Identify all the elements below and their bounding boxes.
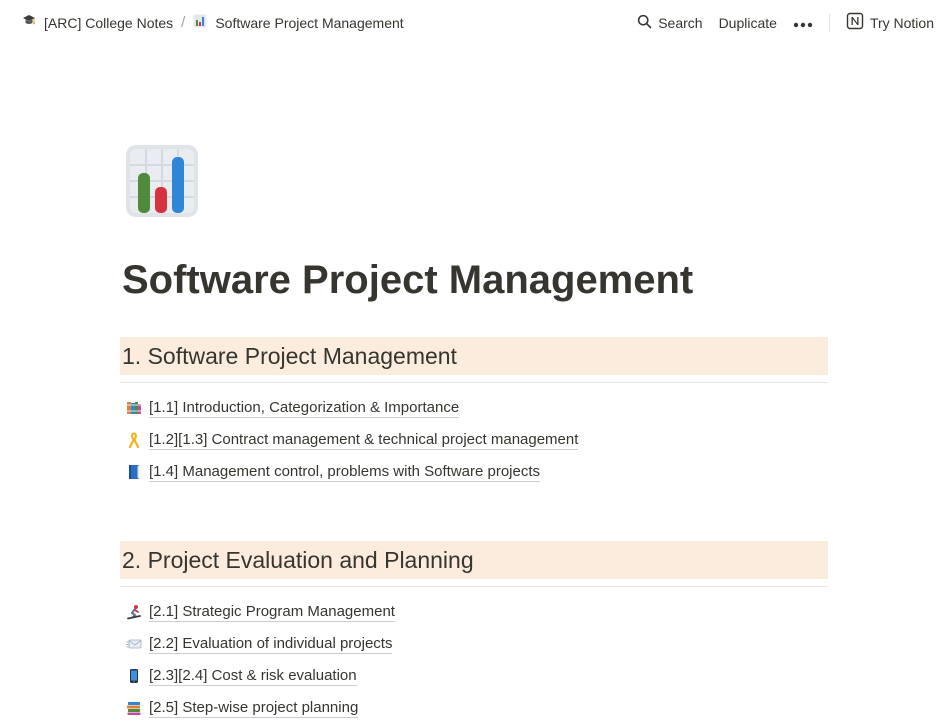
ribbon-icon — [126, 432, 142, 448]
page-link-label: [2.5] Step-wise project planning — [149, 698, 359, 718]
envelope-icon — [126, 636, 142, 652]
more-options-button[interactable] — [787, 11, 819, 35]
blue-book-icon — [126, 464, 142, 480]
page-link-1-1[interactable]: [1.1] Introduction, Categorization & Imp… — [120, 392, 828, 424]
divider — [828, 13, 830, 32]
try-notion-button[interactable]: Try Notion — [840, 8, 940, 37]
try-notion-label: Try Notion — [869, 14, 934, 31]
duplicate-button[interactable]: Duplicate — [713, 11, 783, 35]
search-button[interactable]: Search — [631, 10, 708, 36]
breadcrumb-separator: / — [181, 14, 186, 31]
breadcrumb-item-software-project-management[interactable]: Software Project Management — [189, 12, 407, 33]
page-link-2-5[interactable]: [2.5] Step-wise project planning — [120, 692, 828, 724]
mobile-phone-icon — [126, 668, 142, 684]
books-icon — [126, 400, 142, 416]
section-heading[interactable]: 1. Software Project Management — [120, 337, 828, 375]
page-link-2-3[interactable]: [2.3][2.4] Cost & risk evaluation — [120, 660, 828, 692]
notion-logo-icon — [846, 12, 864, 33]
page-link-1-2[interactable]: [1.2][1.3] Contract management & technic… — [120, 424, 828, 456]
page-link-list: [2.1] Strategic Program Management [2.2]… — [120, 596, 828, 724]
divider — [120, 586, 828, 587]
search-label: Search — [658, 14, 703, 31]
snowboarder-icon — [126, 604, 142, 620]
duplicate-label: Duplicate — [718, 14, 777, 31]
page-link-1-4[interactable]: [1.4] Management control, problems with … — [120, 456, 828, 488]
page-link-2-1[interactable]: [2.1] Strategic Program Management — [120, 596, 828, 628]
breadcrumb-item-college-notes[interactable]: [ARC] College Notes — [18, 12, 177, 33]
page-bar-chart-icon[interactable] — [124, 143, 200, 219]
section-1: 1. Software Project Management [1.1] Int… — [120, 337, 828, 488]
divider — [120, 382, 828, 383]
topbar-actions: Search Duplicate Try Notion — [631, 8, 940, 37]
top-bar: [ARC] College Notes / Software Project M… — [0, 0, 949, 45]
search-icon — [637, 14, 652, 32]
section-2: 2. Project Evaluation and Planning [2.1]… — [120, 541, 828, 724]
breadcrumb-label: [ARC] College Notes — [44, 14, 174, 31]
page-link-list: [1.1] Introduction, Categorization & Imp… — [120, 392, 828, 488]
breadcrumb-label: Software Project Management — [215, 14, 404, 31]
page-title[interactable]: Software Project Management — [122, 258, 693, 303]
section-heading[interactable]: 2. Project Evaluation and Planning — [120, 541, 828, 579]
books-stack-icon — [126, 700, 142, 716]
page-link-label: [1.2][1.3] Contract management & technic… — [149, 430, 579, 450]
graduation-cap-icon — [22, 14, 36, 31]
page-link-label: [1.1] Introduction, Categorization & Imp… — [149, 398, 460, 418]
more-icon — [793, 15, 813, 31]
page-link-label: [2.3][2.4] Cost & risk evaluation — [149, 666, 357, 686]
breadcrumb: [ARC] College Notes / Software Project M… — [18, 12, 408, 33]
page-link-2-2[interactable]: [2.2] Evaluation of individual projects — [120, 628, 828, 660]
page-link-label: [1.4] Management control, problems with … — [149, 462, 541, 482]
bar-chart-icon — [193, 14, 207, 31]
page-link-label: [2.2] Evaluation of individual projects — [149, 634, 393, 654]
page-link-label: [2.1] Strategic Program Management — [149, 602, 395, 622]
